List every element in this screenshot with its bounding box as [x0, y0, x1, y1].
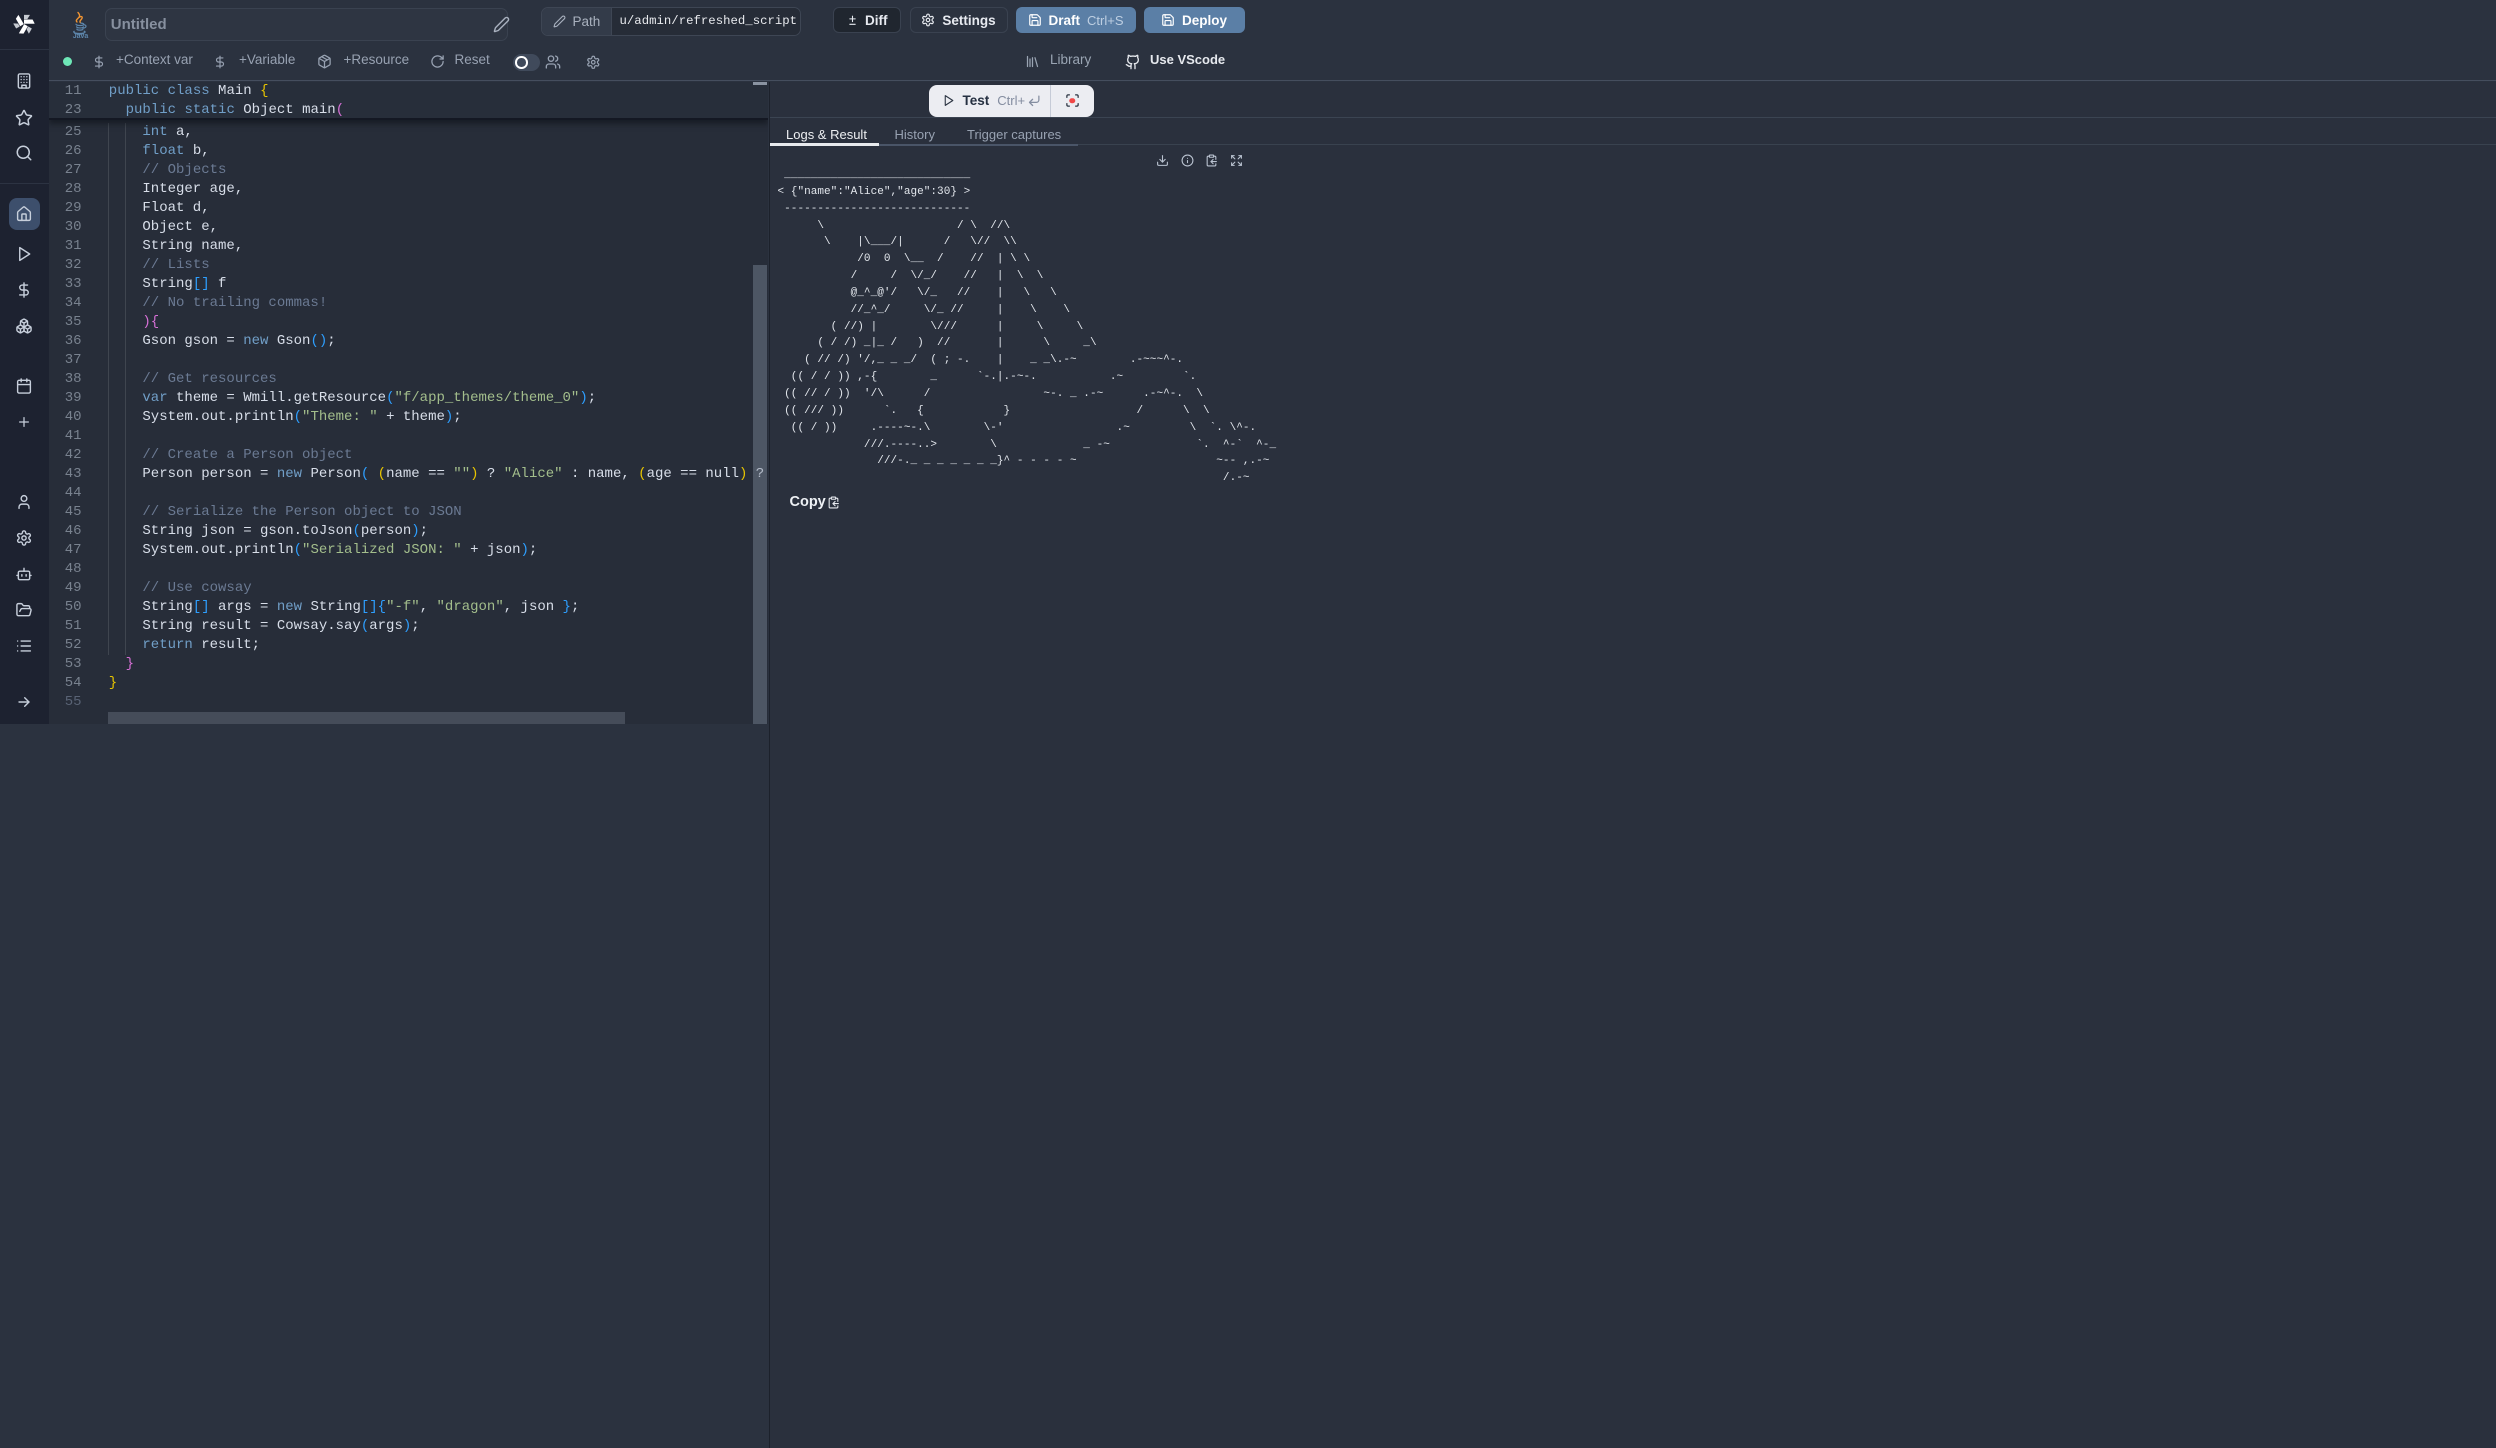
- svg-text:Java: Java: [72, 33, 88, 40]
